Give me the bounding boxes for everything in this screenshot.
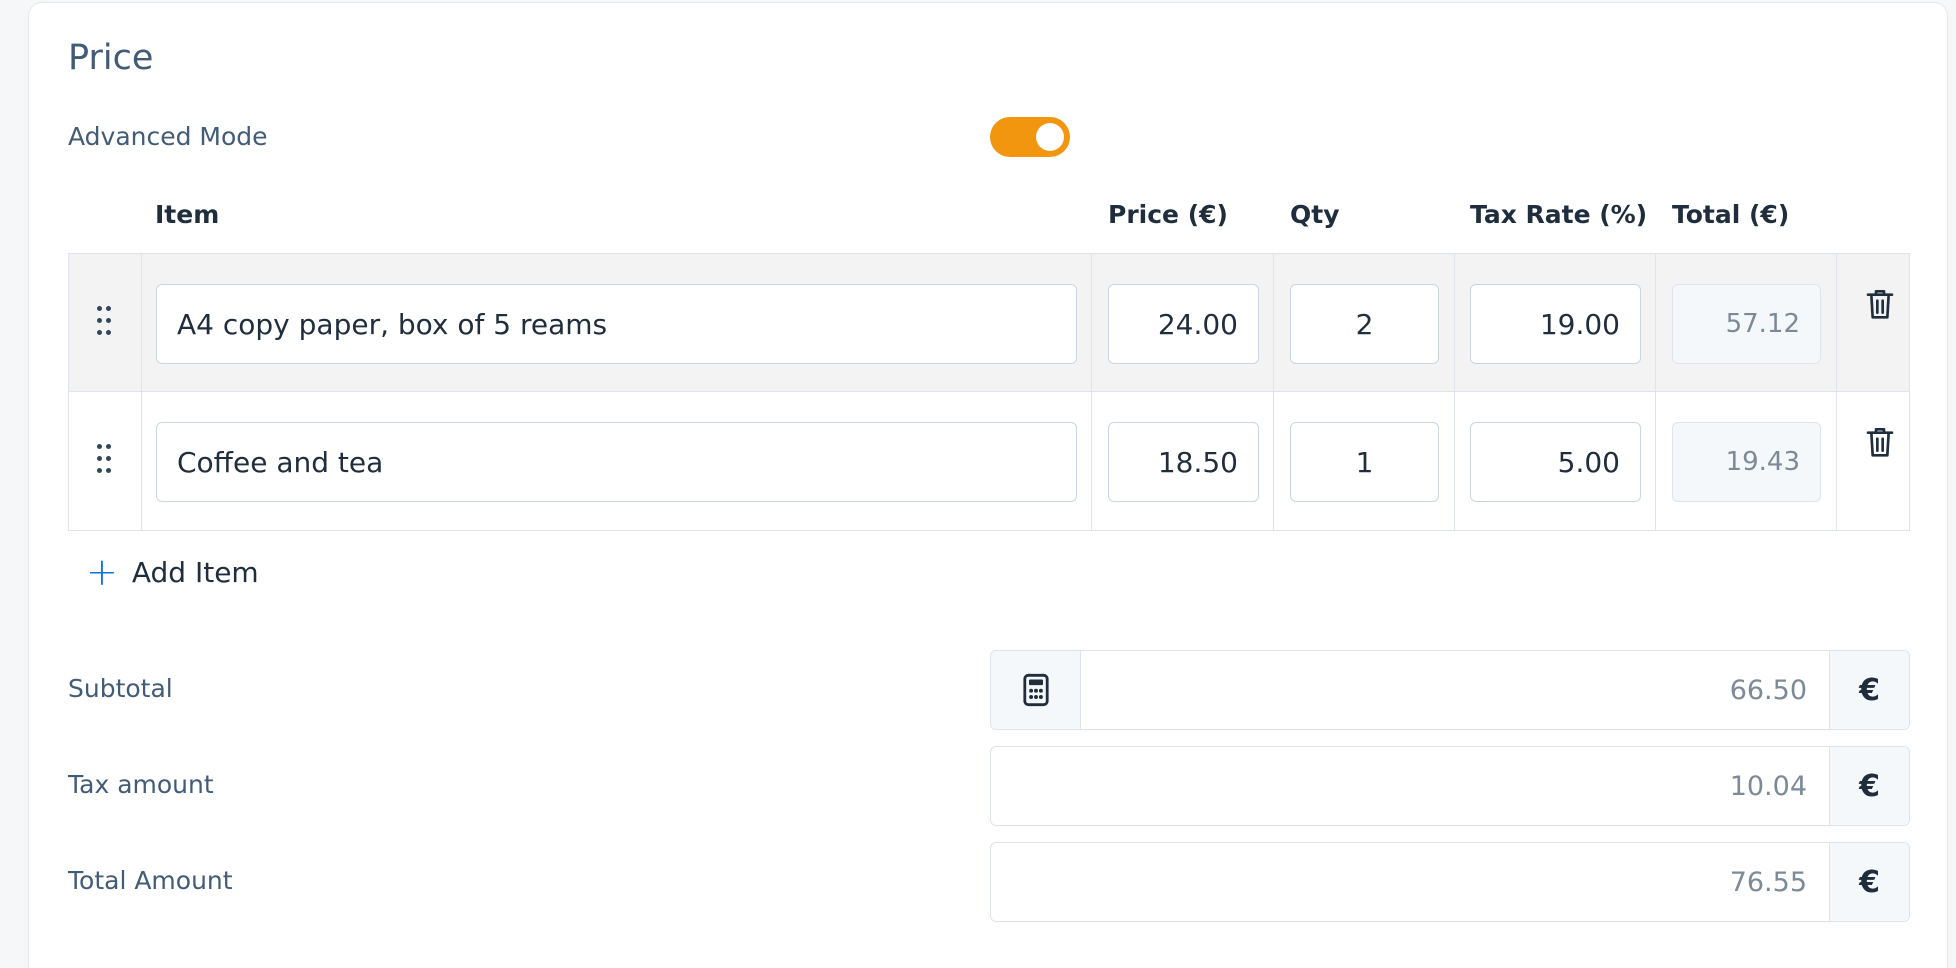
total-amount-field: 76.55 € bbox=[990, 842, 1910, 922]
currency-symbol: € bbox=[1829, 843, 1909, 921]
advanced-mode-toggle[interactable] bbox=[990, 117, 1070, 157]
header-tax-rate: Tax Rate (%) bbox=[1470, 200, 1648, 229]
currency-symbol: € bbox=[1829, 651, 1909, 729]
subtotal-value[interactable]: 66.50 bbox=[1081, 651, 1829, 729]
total-amount-label: Total Amount bbox=[68, 866, 233, 895]
drag-handle-icon[interactable] bbox=[95, 306, 113, 338]
qty-input[interactable]: 1 bbox=[1290, 422, 1439, 502]
section-title: Price bbox=[68, 38, 154, 78]
tax-rate-input[interactable]: 5.00 bbox=[1470, 422, 1641, 502]
tax-rate-input[interactable]: 19.00 bbox=[1470, 284, 1641, 364]
plus-icon: + bbox=[86, 550, 118, 594]
column-divider bbox=[1655, 392, 1656, 530]
calculate-button[interactable] bbox=[991, 651, 1081, 729]
column-divider bbox=[1091, 392, 1092, 530]
header-price: Price (€) bbox=[1108, 200, 1228, 229]
column-divider bbox=[141, 392, 142, 530]
column-divider bbox=[1091, 254, 1092, 392]
price-input[interactable]: 18.50 bbox=[1108, 422, 1259, 502]
column-divider bbox=[1655, 254, 1656, 392]
column-divider bbox=[1836, 254, 1837, 392]
qty-input[interactable]: 2 bbox=[1290, 284, 1439, 364]
header-item: Item bbox=[155, 200, 220, 229]
toggle-knob bbox=[1036, 123, 1064, 151]
calculator-icon bbox=[1022, 673, 1049, 707]
column-divider bbox=[1454, 392, 1455, 530]
column-divider bbox=[1836, 392, 1837, 530]
price-input[interactable]: 24.00 bbox=[1108, 284, 1259, 364]
row-total-value: 57.12 bbox=[1672, 284, 1821, 364]
column-divider bbox=[1273, 392, 1274, 530]
column-divider bbox=[1454, 254, 1455, 392]
column-divider bbox=[1273, 254, 1274, 392]
advanced-mode-label: Advanced Mode bbox=[68, 122, 268, 151]
tax-amount-value[interactable]: 10.04 bbox=[991, 747, 1829, 825]
table-row: A4 copy paper, box of 5 reams 24.00 2 19… bbox=[68, 253, 1910, 393]
tax-amount-field: 10.04 € bbox=[990, 746, 1910, 826]
item-name-input[interactable]: A4 copy paper, box of 5 reams bbox=[156, 284, 1077, 364]
drag-handle-icon[interactable] bbox=[95, 444, 113, 476]
row-total-value: 19.43 bbox=[1672, 422, 1821, 502]
tax-amount-label: Tax amount bbox=[68, 770, 214, 799]
subtotal-field: 66.50 € bbox=[990, 650, 1910, 730]
header-qty: Qty bbox=[1290, 200, 1340, 229]
trash-icon[interactable] bbox=[1864, 286, 1896, 322]
trash-icon[interactable] bbox=[1864, 424, 1896, 460]
currency-symbol: € bbox=[1829, 747, 1909, 825]
header-total: Total (€) bbox=[1672, 200, 1790, 229]
table-row: Coffee and tea 18.50 1 5.00 19.43 bbox=[68, 391, 1910, 531]
item-name-input[interactable]: Coffee and tea bbox=[156, 422, 1077, 502]
subtotal-label: Subtotal bbox=[68, 674, 173, 703]
add-item-button[interactable]: + Add Item bbox=[86, 553, 259, 591]
column-divider bbox=[141, 254, 142, 392]
total-amount-value[interactable]: 76.55 bbox=[991, 843, 1829, 921]
add-item-label: Add Item bbox=[131, 555, 259, 589]
